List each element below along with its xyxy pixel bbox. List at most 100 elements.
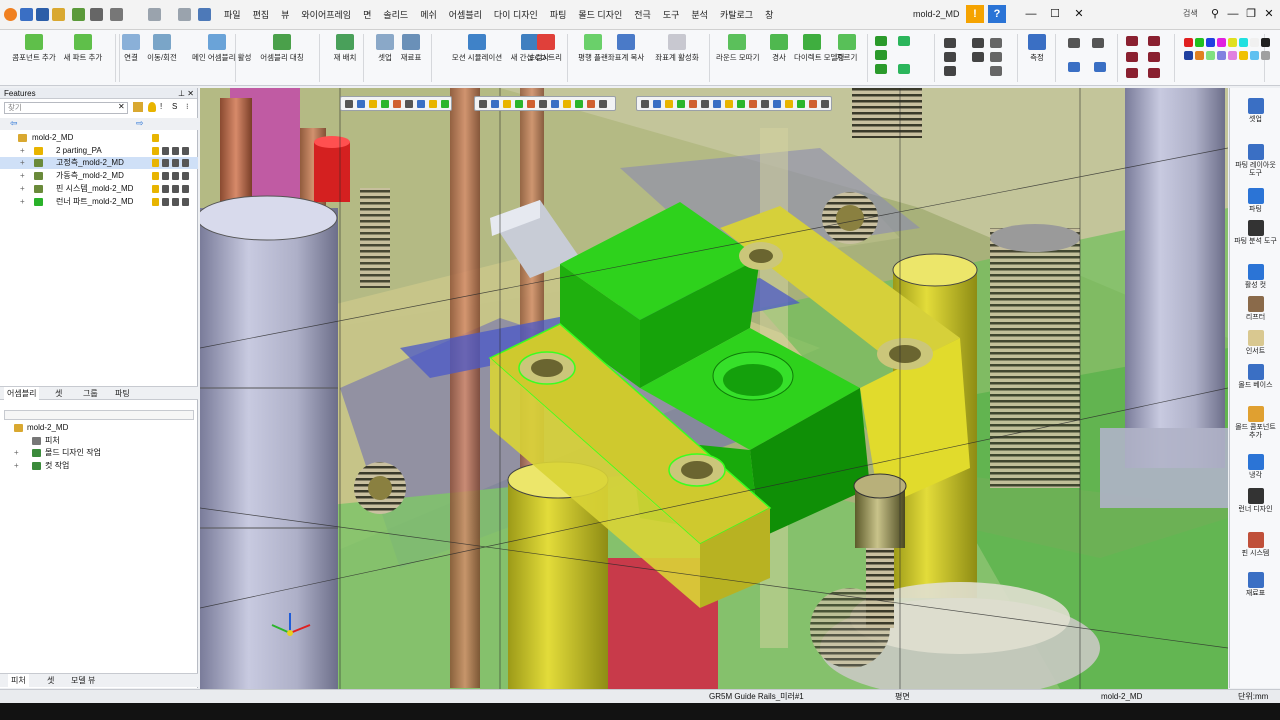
forward-arrow-icon[interactable]: ⇨	[136, 118, 144, 129]
display-mode-icon[interactable]	[182, 172, 189, 181]
view-tool-icon[interactable]	[393, 100, 401, 108]
view-tool-icon[interactable]	[773, 100, 781, 108]
tree-item[interactable]: + 가동측_mold-2_MD	[0, 170, 198, 182]
display-mode-icon[interactable]	[172, 197, 179, 206]
tab-0[interactable]: 피처	[8, 674, 29, 687]
ribbon-button-6[interactable]: 재 배치	[332, 30, 358, 62]
expand-toggle-icon[interactable]: +	[20, 196, 25, 208]
ribbon-small-tool-icon[interactable]	[1148, 68, 1160, 78]
ribbon-button-5[interactable]: 어셈블리 대칭	[246, 30, 318, 62]
menu-6[interactable]: 메쉬	[414, 8, 443, 22]
ribbon-small-tool-icon[interactable]	[1148, 36, 1160, 46]
visibility-bulb-icon[interactable]	[152, 159, 159, 168]
tab-2[interactable]: 그룹	[80, 387, 101, 400]
expand-toggle-icon[interactable]: +	[20, 183, 25, 195]
ribbon-button-8[interactable]: 재료표	[398, 30, 424, 62]
ribbon-small-tool-icon[interactable]	[875, 64, 887, 74]
view-tool-icon[interactable]	[701, 100, 709, 108]
mold-tool-button-3[interactable]: 파팅 분석 도구	[1232, 220, 1279, 246]
ribbon-button-14[interactable]: 좌표계 활성화	[652, 30, 702, 62]
mold-tool-button-10[interactable]: 런너 디자인	[1232, 488, 1279, 514]
new-file-icon[interactable]	[20, 8, 33, 21]
ribbon-small-tool-icon[interactable]	[1092, 38, 1104, 48]
display-mode-icon[interactable]	[162, 159, 169, 168]
display-mode-icon[interactable]	[182, 159, 189, 168]
color-swatch-icon[interactable]	[1261, 51, 1270, 60]
mold-tool-button-9[interactable]: 냉각	[1232, 454, 1279, 480]
menu-11[interactable]: 전극	[628, 8, 657, 22]
view-tool-icon[interactable]	[417, 100, 425, 108]
view-tool-icon[interactable]	[563, 100, 571, 108]
color-swatch-icon[interactable]	[1206, 38, 1215, 47]
ribbon-button-13[interactable]: 좌표계 복사	[606, 30, 646, 62]
s-filter-icon[interactable]: S	[172, 102, 177, 111]
menu-10[interactable]: 몰드 디자인	[572, 8, 628, 22]
ribbon-button-11[interactable]: ECO 트리	[526, 30, 566, 62]
menu-15[interactable]: 창	[759, 8, 779, 22]
app-logo-icon[interactable]	[4, 8, 17, 21]
view-tool-icon[interactable]	[405, 100, 413, 108]
window-layout-icon[interactable]	[198, 8, 211, 21]
visibility-bulb-icon[interactable]	[152, 146, 159, 155]
display-mode-icon[interactable]	[182, 184, 189, 193]
display-mode-icon[interactable]	[182, 146, 189, 155]
ribbon-small-tool-icon[interactable]	[898, 64, 910, 74]
view-tool-icon[interactable]	[575, 100, 583, 108]
ribbon-button-12[interactable]: 평행 플랜	[576, 30, 610, 62]
tree-item[interactable]: + 런너 파트_mold-2_MD	[0, 196, 198, 208]
app-close-button[interactable]: ✕	[1260, 5, 1278, 23]
view-toolbar-display[interactable]	[474, 96, 616, 111]
view-tool-icon[interactable]	[357, 100, 365, 108]
view-tool-icon[interactable]	[761, 100, 769, 108]
lightbulb-filter-icon[interactable]	[148, 102, 156, 112]
color-swatch-icon[interactable]	[1239, 38, 1248, 47]
ribbon-button-2[interactable]: 연결	[118, 30, 144, 62]
color-swatch-icon[interactable]	[1184, 51, 1193, 60]
view-tool-icon[interactable]	[809, 100, 817, 108]
status-units[interactable]: 단위:mm	[1238, 690, 1268, 703]
menu-13[interactable]: 분석	[685, 8, 714, 22]
status-plane[interactable]: 평면	[895, 690, 910, 703]
ribbon-small-tool-icon[interactable]	[944, 66, 956, 76]
menu-2[interactable]: 뷰	[275, 8, 295, 22]
back-arrow-icon[interactable]: ⇦	[10, 118, 18, 129]
pin-icon[interactable]: ⊥	[178, 88, 185, 99]
tree-item[interactable]: mold-2_MD	[0, 132, 198, 144]
ribbon-small-tool-icon[interactable]	[990, 52, 1002, 62]
assembly-tree-item[interactable]: + 컷 작업	[0, 460, 198, 472]
ribbon-small-tool-icon[interactable]	[1068, 38, 1080, 48]
tree-item[interactable]: + 핀 시스템_mold-2_MD	[0, 183, 198, 195]
view-tool-icon[interactable]	[713, 100, 721, 108]
visibility-bulb-icon[interactable]	[152, 197, 159, 206]
grid-select-icon[interactable]	[90, 8, 103, 21]
view-tool-icon[interactable]	[515, 100, 523, 108]
view-tool-icon[interactable]	[479, 100, 487, 108]
ribbon-button-4[interactable]: 메인 어셈블리 활성	[192, 30, 251, 62]
view-toolbar-orient[interactable]	[636, 96, 832, 111]
menu-12[interactable]: 도구	[657, 8, 686, 22]
menu-3[interactable]: 와이어프레임	[295, 8, 357, 22]
undo-icon[interactable]	[148, 8, 161, 21]
app-minimize-button[interactable]: —	[1224, 5, 1242, 23]
mold-tool-button-1[interactable]: 파팅 레이아웃 도구	[1232, 144, 1279, 178]
open-folder-icon[interactable]	[52, 8, 65, 21]
menu-8[interactable]: 다이 디자인	[488, 8, 544, 22]
mold-tool-button-12[interactable]: 재료표	[1232, 572, 1279, 598]
display-mode-icon[interactable]	[162, 172, 169, 181]
ribbon-small-tool-icon[interactable]	[1094, 62, 1106, 72]
print-icon[interactable]	[72, 8, 85, 21]
display-mode-icon[interactable]	[162, 184, 169, 193]
ribbon-small-tool-icon[interactable]	[990, 66, 1002, 76]
view-tool-icon[interactable]	[369, 100, 377, 108]
menu-1[interactable]: 편집	[247, 8, 276, 22]
color-swatch-icon[interactable]	[1250, 38, 1259, 47]
color-swatch-icon[interactable]	[1239, 51, 1248, 60]
ribbon-small-tool-icon[interactable]	[898, 36, 910, 46]
mold-tool-button-2[interactable]: 파팅	[1232, 188, 1279, 214]
ribbon-small-tool-icon[interactable]	[1126, 68, 1138, 78]
visibility-bulb-icon[interactable]	[152, 172, 159, 181]
filter-icon[interactable]	[133, 102, 143, 112]
ribbon-small-tool-icon[interactable]	[944, 52, 956, 62]
display-mode-icon[interactable]	[172, 146, 179, 155]
display-mode-icon[interactable]	[172, 184, 179, 193]
